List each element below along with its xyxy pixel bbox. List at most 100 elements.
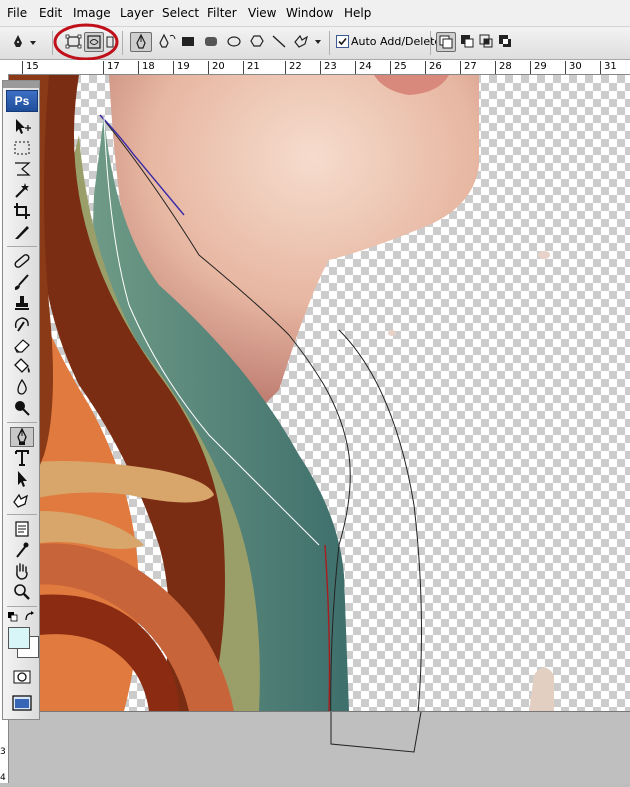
lasso-tool[interactable] xyxy=(10,159,34,179)
subtract-button[interactable] xyxy=(458,32,476,52)
line-option[interactable] xyxy=(271,32,287,52)
stamp-icon xyxy=(15,296,29,310)
pasteboard xyxy=(9,711,630,784)
bandage-icon xyxy=(14,254,30,268)
swap-colors-button[interactable] xyxy=(24,611,35,622)
panel-grip[interactable] xyxy=(3,81,39,88)
separator xyxy=(430,31,431,55)
lasso-icon xyxy=(15,162,31,176)
polygon-option[interactable] xyxy=(249,32,265,52)
hand-icon xyxy=(16,563,28,580)
tool-preset-picker[interactable] xyxy=(10,32,40,52)
foreground-color-swatch[interactable] xyxy=(8,627,30,649)
auto-add-delete-label: Auto Add/Delete xyxy=(351,35,442,48)
default-colors-icon xyxy=(8,612,18,622)
swap-arrow-icon xyxy=(25,611,34,621)
ellipse-icon xyxy=(227,36,241,47)
menu-filter[interactable]: Filter xyxy=(207,6,237,20)
default-colors-button[interactable] xyxy=(8,611,18,622)
ruler-label: 3 xyxy=(0,747,6,757)
exclude-button[interactable] xyxy=(496,32,514,52)
ruler-label: 29 xyxy=(530,61,547,74)
pen-icon xyxy=(136,33,146,49)
blur-tool[interactable] xyxy=(10,377,34,397)
freeform-pen-option[interactable] xyxy=(156,32,178,52)
path-selection-icon xyxy=(18,471,27,487)
auto-add-delete-checkbox[interactable] xyxy=(336,35,349,48)
top-ruler: 15 18 17 19 20 21 22 23 24 25 26 27 28 2… xyxy=(0,60,630,75)
eraser-tool[interactable] xyxy=(10,335,34,355)
eraser-icon xyxy=(14,339,30,353)
custom-shape-tool[interactable] xyxy=(10,490,34,510)
custom-shape-icon xyxy=(294,34,321,48)
type-icon xyxy=(15,450,29,466)
healing-brush-tool[interactable] xyxy=(10,251,34,271)
divider xyxy=(7,422,37,423)
eyedropper-icon xyxy=(16,542,29,558)
ruler-label: 20 xyxy=(208,61,225,74)
pen-tool-option[interactable] xyxy=(130,32,152,52)
menu-select[interactable]: Select xyxy=(162,6,199,20)
paint-bucket-tool[interactable] xyxy=(10,356,34,376)
intersect-button[interactable] xyxy=(477,32,495,52)
rounded-rectangle-option[interactable] xyxy=(203,32,219,52)
line-icon xyxy=(272,35,286,48)
type-tool[interactable] xyxy=(10,448,34,468)
ruler-label: 30 xyxy=(565,61,582,74)
crop-tool[interactable] xyxy=(10,201,34,221)
tools-panel: Ps xyxy=(2,80,40,720)
artwork xyxy=(9,75,630,711)
hand-tool[interactable] xyxy=(10,561,34,581)
menu-window[interactable]: Window xyxy=(286,6,333,20)
document-canvas[interactable] xyxy=(9,75,630,711)
ruler-label: 24 xyxy=(355,61,372,74)
screen-mode-button[interactable] xyxy=(10,693,34,713)
annotation-circle xyxy=(53,23,119,61)
ruler-label: 18 xyxy=(138,61,155,74)
stray-mark xyxy=(388,330,396,336)
ruler-label: 25 xyxy=(390,61,407,74)
combine-add-button[interactable] xyxy=(436,32,456,52)
menu-help[interactable]: Help xyxy=(344,6,371,20)
zoom-icon xyxy=(14,584,30,600)
move-icon xyxy=(16,119,31,134)
paint-bucket-icon xyxy=(14,358,30,373)
eyedropper-tool[interactable] xyxy=(10,540,34,560)
separator xyxy=(122,31,123,55)
menu-file[interactable]: File xyxy=(7,6,27,20)
rounded-rectangle-icon xyxy=(205,37,217,46)
brush-tool[interactable] xyxy=(10,272,34,292)
ruler-label: 4 xyxy=(0,773,6,783)
rectangle-option[interactable] xyxy=(180,32,196,52)
history-brush-tool[interactable] xyxy=(10,314,34,334)
move-tool[interactable] xyxy=(10,117,34,137)
custom-shape-option[interactable] xyxy=(292,32,322,52)
screen-mode-icon xyxy=(12,695,32,711)
pen-icon xyxy=(17,428,27,445)
ellipse-option[interactable] xyxy=(226,32,242,52)
add-area-icon xyxy=(439,35,453,49)
quick-mask-button[interactable] xyxy=(10,667,34,687)
slice-tool[interactable] xyxy=(10,222,34,242)
history-brush-icon xyxy=(14,317,29,332)
separator xyxy=(329,31,330,55)
notes-icon xyxy=(15,521,29,537)
slice-icon xyxy=(15,226,29,239)
menu-image[interactable]: Image xyxy=(73,6,111,20)
zoom-tool[interactable] xyxy=(10,582,34,602)
menu-view[interactable]: View xyxy=(248,6,276,20)
clone-stamp-tool[interactable] xyxy=(10,293,34,313)
photoshop-logo[interactable]: Ps xyxy=(6,90,38,112)
marquee-tool[interactable] xyxy=(10,138,34,158)
ruler-label: 23 xyxy=(320,61,337,74)
magic-wand-icon xyxy=(15,183,29,198)
menu-layer[interactable]: Layer xyxy=(120,6,153,20)
dodge-tool[interactable] xyxy=(10,398,34,418)
magic-wand-tool[interactable] xyxy=(10,180,34,200)
pen-icon xyxy=(14,35,36,47)
menu-edit[interactable]: Edit xyxy=(39,6,62,20)
path-selection-tool[interactable] xyxy=(10,469,34,489)
pen-tool[interactable] xyxy=(10,427,34,447)
notes-tool[interactable] xyxy=(10,519,34,539)
blur-icon xyxy=(17,378,27,395)
